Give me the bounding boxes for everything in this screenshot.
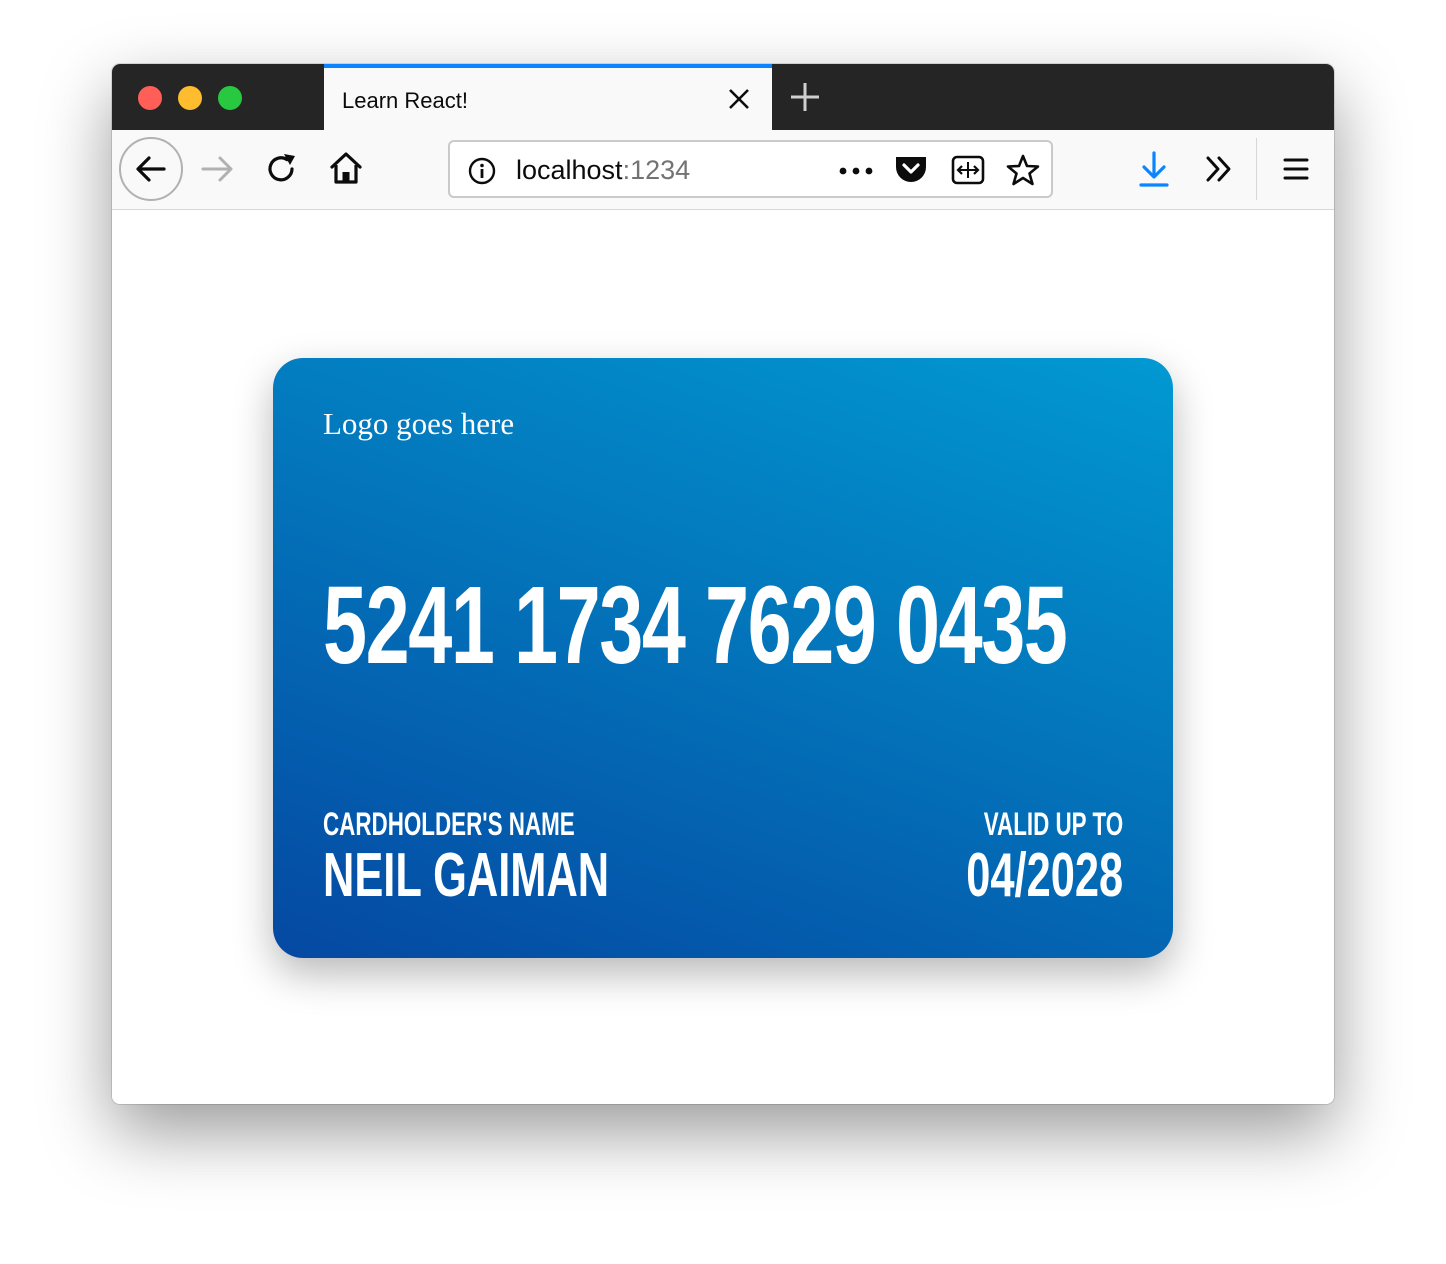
toolbar-separator bbox=[1256, 138, 1257, 200]
tab-bar: Learn React! bbox=[112, 64, 1334, 130]
expiry-date: 04/2028 bbox=[966, 841, 1123, 910]
url-host: localhost bbox=[516, 155, 623, 185]
url-text[interactable]: localhost:1234 bbox=[516, 155, 690, 186]
zoom-window-button[interactable] bbox=[218, 86, 242, 110]
tab-title: Learn React! bbox=[342, 88, 468, 113]
navigation-toolbar: localhost:1234 bbox=[112, 130, 1334, 210]
cardholder-label: CARDHOLDER'S NAME bbox=[323, 806, 575, 842]
reload-icon[interactable] bbox=[265, 152, 299, 186]
close-tab-icon[interactable] bbox=[726, 86, 752, 112]
info-icon[interactable] bbox=[468, 157, 496, 185]
card-logo-placeholder: Logo goes here bbox=[323, 406, 515, 441]
close-window-button[interactable] bbox=[138, 86, 162, 110]
new-tab-icon[interactable] bbox=[788, 80, 822, 114]
menu-icon[interactable] bbox=[1282, 156, 1310, 182]
download-icon[interactable] bbox=[1139, 150, 1169, 188]
reader-view-icon[interactable] bbox=[951, 155, 985, 185]
credit-card: Logo goes here 5241 1734 7629 0435 CARDH… bbox=[273, 358, 1173, 958]
back-icon bbox=[136, 156, 166, 182]
card-number: 5241 1734 7629 0435 bbox=[323, 564, 1068, 687]
tab-active[interactable]: Learn React! bbox=[324, 64, 772, 130]
pocket-icon[interactable] bbox=[894, 154, 928, 186]
url-bar[interactable]: localhost:1234 bbox=[448, 140, 1053, 198]
valid-up-to-label: VALID UP TO bbox=[983, 806, 1123, 842]
browser-window: Learn React! localhost:1234 Logo goes he… bbox=[112, 64, 1334, 1104]
minimize-window-button[interactable] bbox=[178, 86, 202, 110]
forward-icon[interactable] bbox=[200, 152, 234, 186]
url-port: :1234 bbox=[622, 155, 691, 185]
overflow-icon[interactable] bbox=[1204, 154, 1234, 184]
bookmark-star-icon[interactable] bbox=[1006, 153, 1040, 187]
back-button[interactable] bbox=[119, 137, 183, 201]
page-content: Logo goes here 5241 1734 7629 0435 CARDH… bbox=[112, 210, 1334, 1104]
cardholder-name: NEIL GAIMAN bbox=[323, 841, 610, 910]
page-actions-icon[interactable] bbox=[838, 166, 874, 176]
home-icon[interactable] bbox=[328, 150, 364, 186]
